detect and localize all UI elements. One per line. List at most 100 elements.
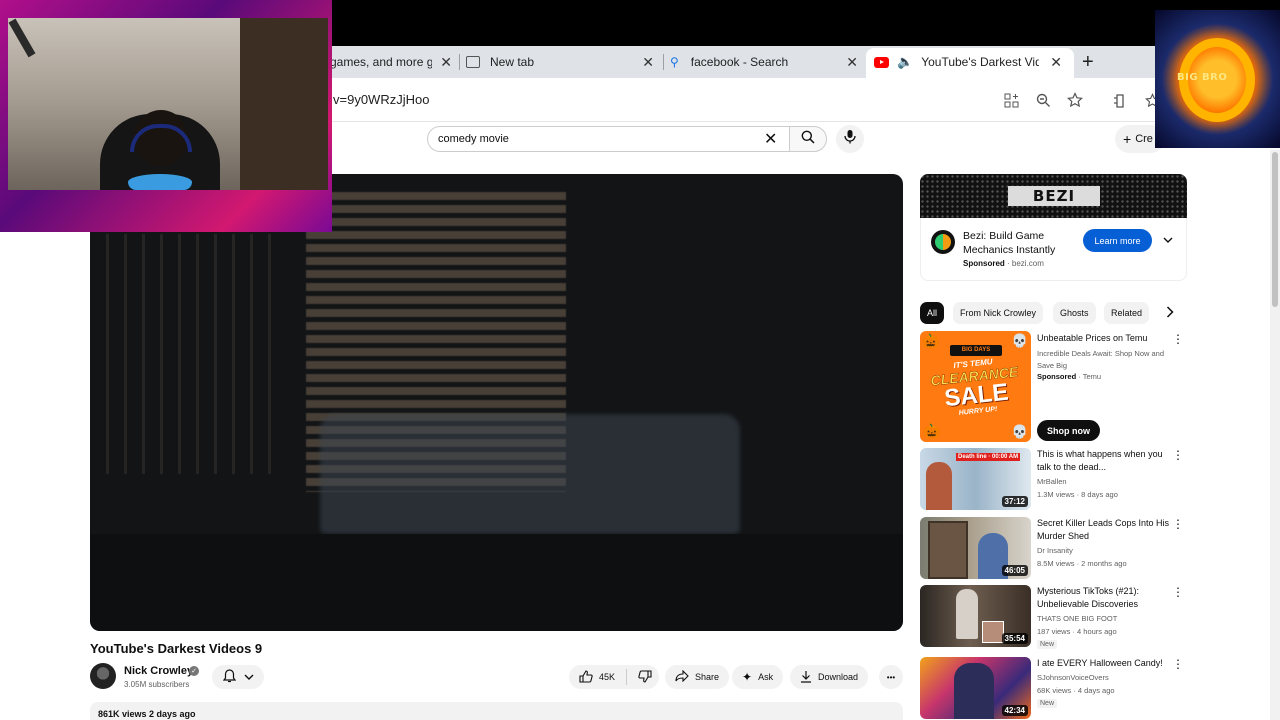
app-install-icon[interactable] [1002,91,1020,109]
rec-item[interactable]: 35:54 Mysterious TikToks (#21): Unbeliev… [920,585,1188,649]
chevron-right-icon[interactable] [1166,305,1174,321]
rec-channel[interactable]: Dr Insanity [1037,546,1073,555]
video-duration: 46:05 [1001,565,1028,576]
new-tab-icon [466,56,480,68]
thumbs-up-icon [579,669,593,685]
temu-thumbnail[interactable]: BIG DAYS IT'S TEMU CLEARANCE SALE HURRY … [920,331,1031,442]
chevron-down-icon [244,670,254,684]
bezi-avatar [931,230,955,254]
ad-sponsor-line: Sponsored · bezi.com [963,259,1044,268]
tab-close-icon[interactable]: ✕ [846,54,858,71]
sponsored-label: Sponsored [1037,372,1077,381]
chevron-down-icon[interactable] [1163,233,1173,247]
rec-title[interactable]: Mysterious TikToks (#21): Unbelievable D… [1037,585,1173,611]
rec-title[interactable]: I ate EVERY Halloween Candy! [1037,657,1173,670]
create-label: Cre [1135,133,1153,145]
scrollbar-thumb[interactable] [1272,152,1278,307]
chip-ghosts[interactable]: Ghosts [1053,302,1096,324]
video-thumbnail[interactable]: 35:54 [920,585,1031,647]
download-label: Download [818,672,859,682]
tab-label: New tab [490,55,535,69]
url-field[interactable]: v=9y0WRzJjHoo [333,92,429,107]
chip-all[interactable]: All [920,302,945,324]
rec-title[interactable]: This is what happens when you talk to th… [1037,448,1173,474]
rec-title[interactable]: Secret Killer Leads Cops Into His Murder… [1037,517,1173,543]
plus-icon: + [1123,131,1132,147]
sponsored-temu-item[interactable]: BIG DAYS IT'S TEMU CLEARANCE SALE HURRY … [920,331,1188,443]
rec-item[interactable]: 46:05 Secret Killer Leads Cops Into His … [920,517,1188,579]
rec-channel[interactable]: MrBallen [1037,477,1067,486]
subscriber-count: 3.05M subscribers [124,680,190,689]
more-vertical-icon[interactable]: ⋮ [1172,332,1184,346]
sponsored-label: Sponsored [963,259,1005,268]
thumbs-down-icon [638,669,652,685]
tab-new-tab[interactable]: New tab ✕ [466,50,656,74]
zoom-icon[interactable] [1034,91,1052,109]
more-actions-button[interactable]: ••• [879,665,903,689]
notification-bell-button[interactable] [212,665,264,689]
webcam-overlay [0,0,332,232]
tab-games[interactable]: games, and more g ✕ [330,50,452,74]
more-vertical-icon[interactable]: ⋮ [1172,657,1184,671]
ask-label: Ask [758,672,774,682]
tab-label: games, and more g [330,55,432,69]
temu-description: Incredible Deals Await: Shop Now and Sav… [1037,349,1165,370]
temu-thumb-banner: BIG DAYS [950,345,1002,356]
favorite-star-icon[interactable] [1066,91,1084,109]
youtube-favicon-icon [874,56,889,68]
video-player[interactable] [90,174,903,631]
chip-related[interactable]: Related [1104,302,1150,324]
rec-channel[interactable]: THATS ONE BIG FOOT [1037,614,1117,623]
new-badge: New [1037,699,1058,708]
dislike-button[interactable] [638,669,652,685]
tab-label: facebook - Search [690,55,789,69]
extensions-icon[interactable] [1110,91,1128,109]
rec-channel[interactable]: SJohnsonVoiceOvers [1037,673,1109,682]
video-frame-floor [90,534,903,631]
ad-title[interactable]: Bezi: Build Game Mechanics Instantly [963,229,1073,257]
new-tab-button[interactable]: + [1082,50,1102,74]
rec-meta: 187 views · 4 hours ago [1037,627,1117,636]
download-button[interactable]: Download [790,665,869,689]
more-vertical-icon[interactable]: ⋮ [1172,448,1184,462]
like-count: 45K [599,672,616,682]
video-thumbnail[interactable]: Death line · 00:00 AM 37:12 [920,448,1031,510]
share-label: Share [695,672,720,682]
video-duration: 37:12 [1001,496,1028,507]
voice-search-button[interactable] [836,125,864,153]
thumb-shed [928,521,968,579]
channel-name[interactable]: Nick Crowley [124,665,193,677]
tab-close-icon[interactable]: ✕ [1050,54,1062,71]
clear-search-icon[interactable]: ✕ [764,129,777,149]
thumb-figure [956,589,978,639]
ask-button[interactable]: ✦ Ask [732,665,784,689]
rec-item[interactable]: Death line · 00:00 AM 37:12 This is what… [920,448,1188,510]
learn-more-button[interactable]: Learn more [1083,229,1152,252]
temu-title[interactable]: Unbeatable Prices on Temu [1037,333,1147,343]
like-divider [626,669,627,685]
rec-item[interactable]: 42:34 I ate EVERY Halloween Candy! SJohn… [920,657,1188,719]
share-button[interactable]: Share [665,665,730,689]
audio-playing-icon[interactable]: 🔈 [897,54,913,70]
like-button[interactable]: 45K [579,669,616,685]
shop-now-button[interactable]: Shop now [1037,420,1100,441]
search-button[interactable] [789,126,827,152]
views-and-date: 861K views 2 days ago [98,709,196,719]
description-box[interactable] [90,702,903,720]
video-thumbnail[interactable]: 42:34 [920,657,1031,719]
webcam-bowl [128,174,192,190]
thumb-person [954,663,994,719]
share-arrow-icon [675,669,689,684]
temu-sponsor-line: Sponsored · Temu [1037,372,1101,381]
chip-from-nick-crowley[interactable]: From Nick Crowley [953,302,1044,324]
tab-facebook-search[interactable]: ⚲ facebook - Search ✕ [670,50,860,74]
tab-close-icon[interactable]: ✕ [642,54,654,71]
channel-avatar[interactable] [90,663,116,689]
download-icon [800,670,812,685]
more-vertical-icon[interactable]: ⋮ [1172,585,1184,599]
tab-youtube[interactable]: 🔈 YouTube's Darkest Vid ✕ [874,50,1066,74]
more-vertical-icon[interactable]: ⋮ [1172,517,1184,531]
video-thumbnail[interactable]: 46:05 [920,517,1031,579]
tab-close-icon[interactable]: ✕ [440,54,452,71]
tab-divider [663,54,664,70]
